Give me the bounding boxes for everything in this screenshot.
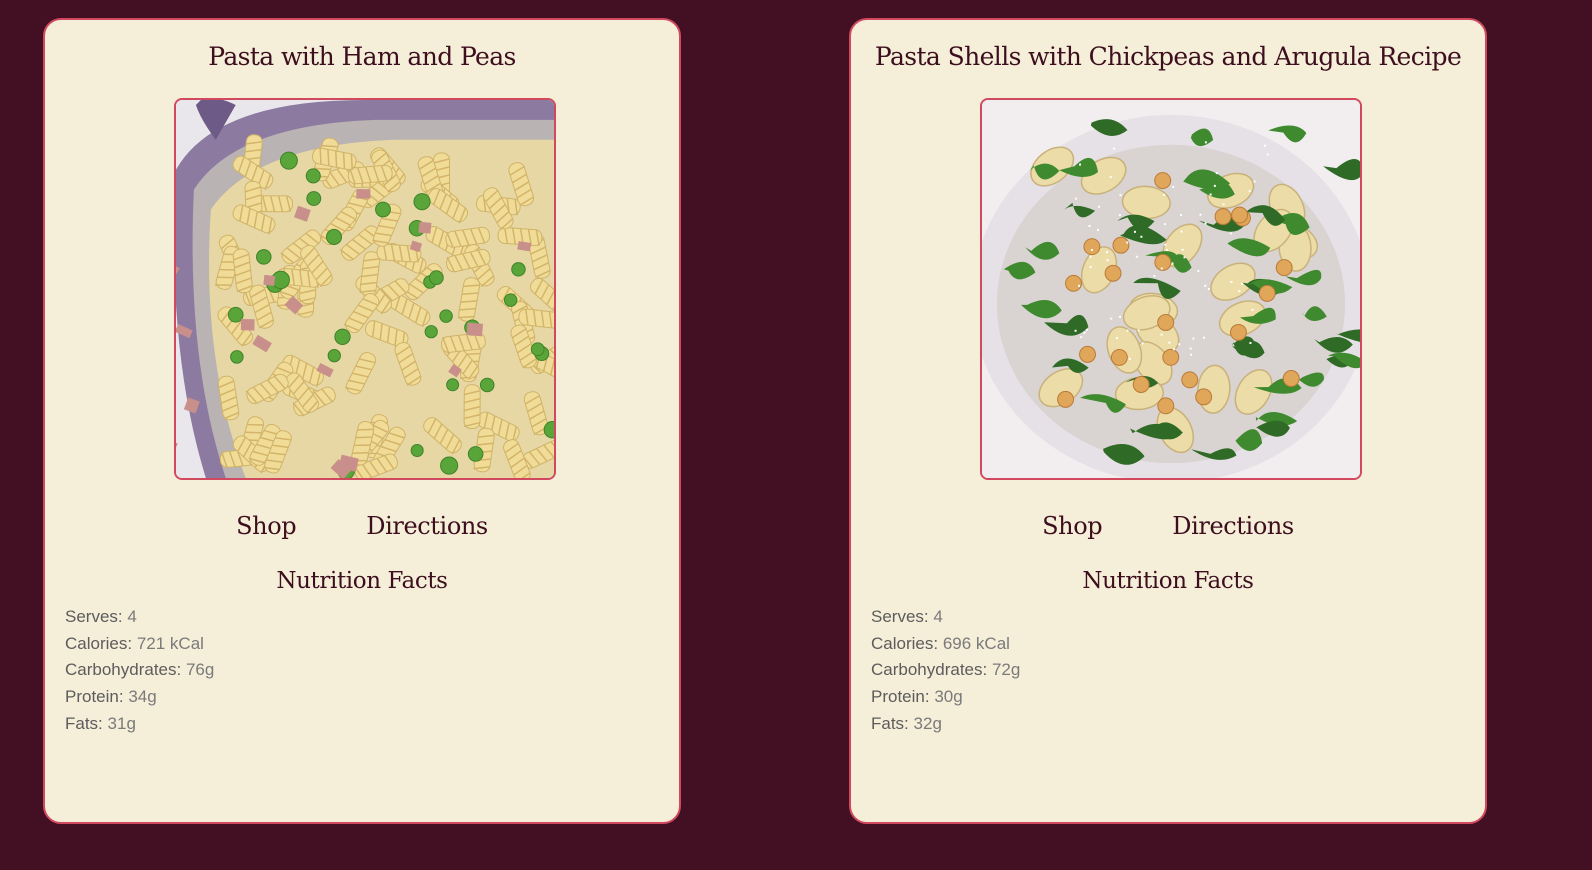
pasta-shells-chickpeas-arugula-image bbox=[982, 100, 1360, 478]
fact-protein: Protein: 30g bbox=[871, 687, 963, 707]
nutrition-facts-heading: Nutrition Facts bbox=[1082, 568, 1254, 594]
fact-serves: Serves: 4 bbox=[65, 607, 137, 626]
recipe-photo bbox=[980, 98, 1362, 480]
fact-serves: Serves: 4 bbox=[871, 607, 943, 626]
fact-calories: Calories: 696 kCal bbox=[871, 633, 1010, 653]
fact-fats: Fats: 32g bbox=[871, 713, 942, 733]
pasta-ham-peas-image bbox=[176, 100, 554, 478]
shop-link[interactable]: Shop bbox=[1042, 512, 1103, 540]
recipe-title: Pasta with Ham and Peas bbox=[208, 42, 516, 71]
directions-link[interactable]: Directions bbox=[366, 512, 488, 540]
recipe-card: Pasta with Ham and Peas Shop Directions … bbox=[43, 18, 681, 824]
recipe-links: Shop Directions bbox=[851, 512, 1485, 540]
nutrition-facts-list: Serves: 4 Calories: 721 kCal Carbohydrat… bbox=[65, 604, 214, 738]
fact-carbohydrates: Carbohydrates: 76g bbox=[65, 660, 215, 680]
directions-link[interactable]: Directions bbox=[1172, 512, 1294, 540]
nutrition-facts-heading: Nutrition Facts bbox=[276, 568, 448, 594]
fact-protein: Protein: 34g bbox=[65, 687, 157, 707]
fact-calories: Calories: 721 kCal bbox=[65, 633, 204, 653]
fact-fats: Fats: 31g bbox=[65, 713, 136, 733]
recipe-title: Pasta Shells with Chickpeas and Arugula … bbox=[874, 42, 1462, 71]
recipe-card: Pasta Shells with Chickpeas and Arugula … bbox=[849, 18, 1487, 824]
recipe-photo bbox=[174, 98, 556, 480]
recipe-links: Shop Directions bbox=[45, 512, 679, 540]
nutrition-facts-list: Serves: 4 Calories: 696 kCal Carbohydrat… bbox=[871, 604, 1020, 738]
shop-link[interactable]: Shop bbox=[236, 512, 297, 540]
fact-carbohydrates: Carbohydrates: 72g bbox=[871, 660, 1021, 680]
